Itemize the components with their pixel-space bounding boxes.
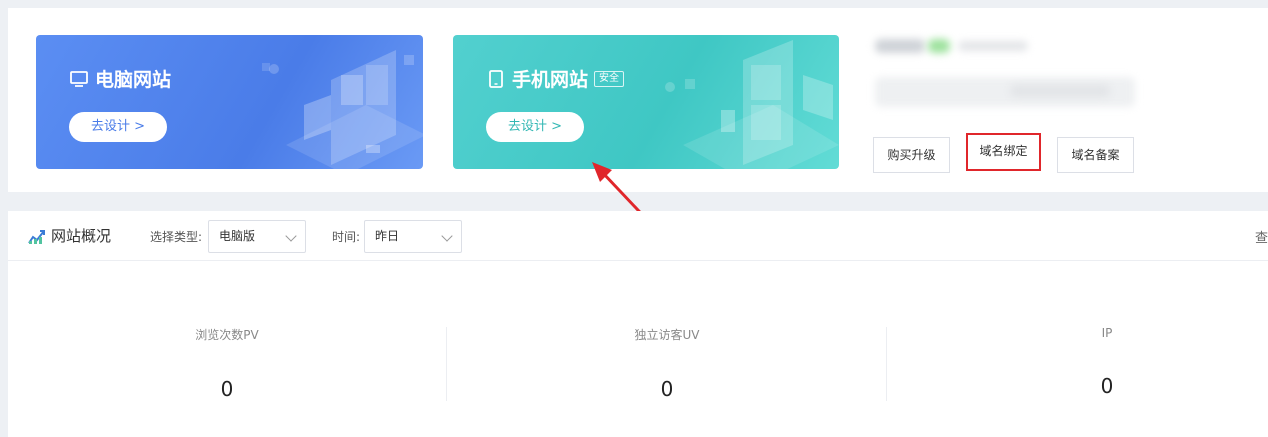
stat-pv-value: 0: [220, 377, 234, 401]
stat-uv-value: 0: [660, 377, 674, 401]
domain-record-button[interactable]: 域名备案: [1057, 137, 1134, 173]
overview-title: 网站概况: [28, 225, 111, 246]
pc-design-button[interactable]: 去设计 >: [69, 112, 167, 142]
overview-title-text: 网站概况: [51, 227, 112, 245]
buy-upgrade-button[interactable]: 购买升级: [873, 137, 950, 173]
time-select[interactable]: 昨日: [364, 220, 462, 253]
stat-divider: [886, 327, 887, 401]
monitor-icon: [70, 70, 88, 87]
pc-site-title: 电脑网站: [69, 65, 171, 92]
mobile-card-illustration: [665, 40, 839, 169]
mobile-site-title-text: 手机网站: [512, 69, 589, 91]
pc-site-card[interactable]: 电脑网站 去设计 >: [36, 35, 423, 169]
stat-uv-label: 独立访客UV: [634, 328, 700, 342]
chevron-down-icon: [441, 230, 453, 242]
blurred-account-info: [850, 25, 1140, 119]
phone-icon: [489, 69, 503, 88]
pc-card-illustration: [262, 50, 423, 169]
stat-pv: 浏览次数PV 0: [8, 326, 446, 401]
mobile-site-title: 手机网站 安全: [486, 65, 625, 92]
mobile-design-button[interactable]: 去设计 >: [486, 112, 584, 142]
trend-chart-icon: [28, 229, 45, 244]
type-label: 选择类型:: [150, 230, 203, 244]
stat-ip-label: IP: [1101, 326, 1113, 340]
security-badge: 安全: [594, 70, 625, 87]
mobile-site-card[interactable]: 手机网站 安全 去设计 >: [453, 35, 839, 169]
view-more-link[interactable]: 查: [1255, 227, 1268, 246]
domain-binding-button[interactable]: 域名绑定: [966, 133, 1041, 171]
site-overview-panel: 网站概况 选择类型: 电脑版 时间: 昨日 查 浏览次数PV 0 独立访客UV …: [8, 211, 1268, 437]
overview-header: 网站概况 选择类型: 电脑版 时间: 昨日 查: [8, 211, 1268, 261]
time-label: 时间:: [332, 230, 361, 244]
stat-ip-value: 0: [1100, 374, 1114, 398]
time-select-value: 昨日: [375, 229, 400, 243]
stat-uv: 独立访客UV 0: [448, 326, 886, 401]
pc-site-title-text: 电脑网站: [95, 69, 172, 91]
stat-ip: IP 0: [888, 326, 1268, 398]
type-select-value: 电脑版: [219, 229, 256, 243]
type-select[interactable]: 电脑版: [208, 220, 306, 253]
chevron-down-icon: [285, 230, 297, 242]
stat-pv-label: 浏览次数PV: [195, 328, 259, 342]
stat-divider: [446, 327, 447, 401]
